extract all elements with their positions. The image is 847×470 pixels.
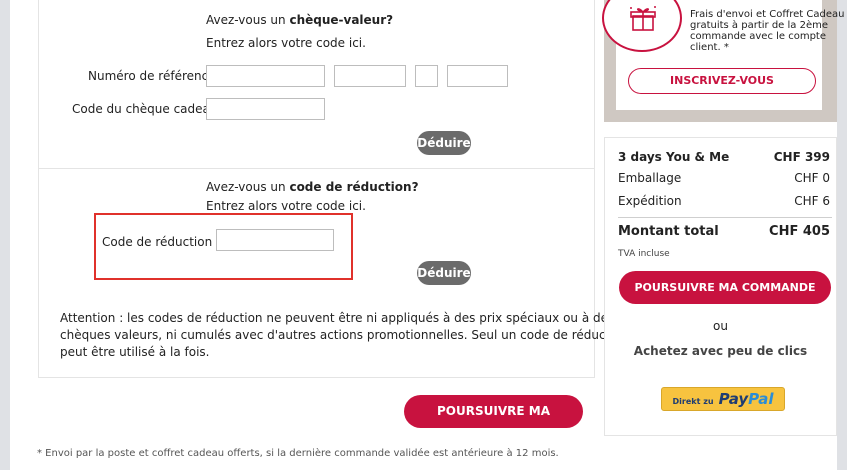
reference-field-2[interactable] xyxy=(334,65,406,87)
discount-code-label: Code de réduction xyxy=(102,235,213,249)
product-name: 3 days You & Me xyxy=(618,150,730,164)
promo-text-line-2: gratuits à partir de la 2ème xyxy=(690,20,828,31)
total-label: Montant total xyxy=(618,224,719,239)
promo-text-line-3: commande avec le compte xyxy=(690,31,827,42)
reference-field-1[interactable] xyxy=(206,65,325,87)
or-label: ou xyxy=(713,319,728,333)
vat-note: TVA incluse xyxy=(618,249,670,259)
discount-warning-line-3: peut être utilisé à la fois. xyxy=(60,345,210,359)
product-price: CHF 399 xyxy=(773,150,830,164)
voucher-deduct-button[interactable]: Déduire xyxy=(417,131,471,155)
paypal-logo: PayPal xyxy=(718,390,774,408)
footnote: * Envoi par la poste et coffret cadeau o… xyxy=(37,448,559,459)
promo-text-line-4: client. * xyxy=(690,42,729,53)
discount-question: Avez-vous un code de réduction? xyxy=(206,180,419,194)
discount-code-input[interactable] xyxy=(216,229,334,251)
shipping-label: Expédition xyxy=(618,194,682,208)
summary-continue-button[interactable]: POURSUIVRE MA COMMANDE xyxy=(619,271,831,304)
checkout-page: Avez-vous un chèque-valeur? Entrez alors… xyxy=(10,0,844,470)
packaging-label: Emballage xyxy=(618,171,682,185)
reference-field-4[interactable] xyxy=(447,65,508,87)
gift-icon xyxy=(630,6,656,31)
quick-checkout-label: Achetez avec peu de clics xyxy=(633,344,808,358)
total-price: CHF 405 xyxy=(769,224,830,239)
gift-badge xyxy=(602,0,682,52)
voucher-instruction: Entrez alors votre code ici. xyxy=(206,36,366,50)
signup-button[interactable]: INSCRIVEZ-VOUS xyxy=(628,68,816,94)
discount-deduct-button[interactable]: Déduire xyxy=(417,261,471,285)
order-summary-card: 3 days You & Me CHF 399 Emballage CHF 0 … xyxy=(604,137,837,436)
paypal-button[interactable]: Direkt zu PayPal xyxy=(661,387,785,411)
reference-field-3[interactable] xyxy=(415,65,438,87)
reference-number-label: Numéro de référence xyxy=(88,69,216,83)
voucher-form-card: Avez-vous un chèque-valeur? Entrez alors… xyxy=(38,0,629,378)
packaging-price: CHF 0 xyxy=(794,171,830,185)
promo-text-line-1: Frais d'envoi et Coffret Cadeau xyxy=(690,9,845,20)
gift-code-field[interactable] xyxy=(206,98,325,120)
discount-instruction: Entrez alors votre code ici. xyxy=(206,199,366,213)
continue-order-button[interactable]: POURSUIVRE MA COMMANDE xyxy=(404,395,583,451)
gift-code-label: Code du chèque cadeau xyxy=(72,102,218,116)
paypal-prefix: Direkt zu xyxy=(672,397,714,406)
promo-panel: Frais d'envoi et Coffret Cadeau gratuits… xyxy=(602,0,844,110)
discount-warning-line-2: chèques valeurs, ni cumulés avec d'autre… xyxy=(60,328,629,342)
voucher-question: Avez-vous un chèque-valeur? xyxy=(206,13,394,27)
section-divider xyxy=(39,168,594,169)
promo-banner: Frais d'envoi et Coffret Cadeau gratuits… xyxy=(602,0,844,122)
summary-divider xyxy=(618,217,832,218)
shipping-price: CHF 6 xyxy=(794,194,830,208)
discount-warning-line-1: Attention : les codes de réduction ne pe… xyxy=(60,311,615,325)
